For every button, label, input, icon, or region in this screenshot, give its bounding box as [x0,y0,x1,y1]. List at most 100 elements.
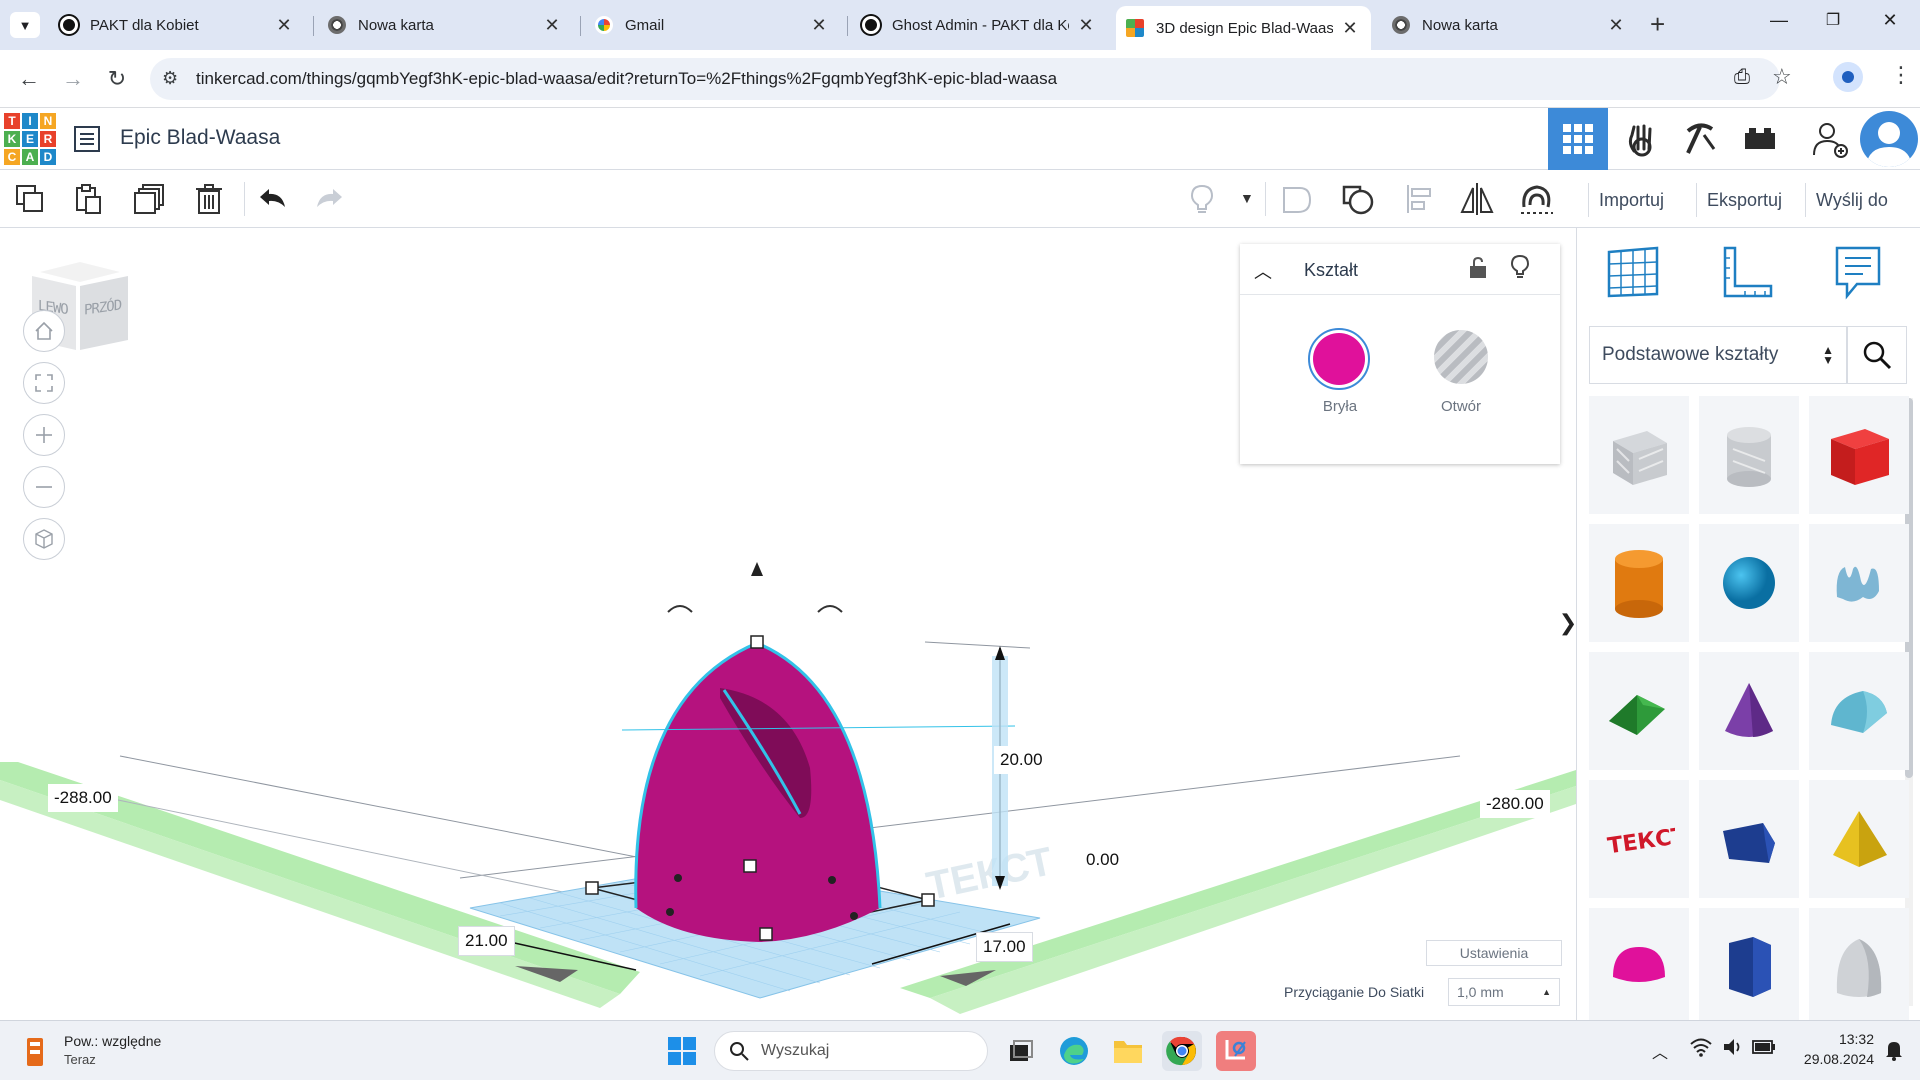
shape-cone[interactable] [1699,652,1799,770]
notification-bell-icon[interactable] [1884,1039,1904,1066]
browser-tab[interactable]: Nowa karta ✕ [318,7,573,43]
shape-polygon-box[interactable] [1699,780,1799,898]
lift-arrow[interactable] [751,562,763,576]
resize-handle[interactable] [921,893,935,907]
zoom-in-button[interactable] [23,414,65,456]
resize-handle-center[interactable] [743,859,757,873]
bricks-button[interactable] [1730,108,1790,170]
hole-swatch[interactable] [1434,330,1488,384]
url-bar[interactable]: ⚙ tinkercad.com/things/gqmbYegf3hK-epic-… [150,58,1780,100]
rotate-handle-right[interactable] [817,605,843,613]
taskbar-search[interactable]: Wyszukaj [714,1031,988,1071]
user-avatar[interactable] [1860,111,1918,167]
clock-date[interactable]: 29.08.2024 [1784,1051,1874,1067]
shape-box-hole[interactable] [1589,396,1689,514]
rotate-handle-left[interactable] [667,605,693,613]
copy-button[interactable] [11,180,49,218]
chevron-down-icon[interactable]: ▼ [1240,190,1254,206]
shape-cylinder-hole[interactable] [1699,396,1799,514]
elevation-dimension-label[interactable]: 0.00 [1080,846,1126,874]
group-button[interactable] [1278,180,1316,218]
shape-paraboloid[interactable] [1809,908,1909,1026]
send-to-button[interactable]: Wyślij do [1805,183,1898,217]
shape-category-select[interactable]: Podstawowe kształty ▲ ▼ [1589,326,1847,384]
close-icon[interactable]: ✕ [541,15,563,36]
chrome-button[interactable] [1162,1031,1202,1071]
paste-button[interactable] [69,180,107,218]
profile-avatar-icon[interactable] [1833,62,1863,92]
clock-time[interactable]: 13:32 [1794,1031,1874,1047]
settings-button[interactable]: Ustawienia [1426,940,1562,966]
browser-tab-active[interactable]: 3D design Epic Blad-Waasa ✕ [1116,6,1371,50]
duplicate-button[interactable] [130,180,168,218]
edge-handle[interactable] [666,908,674,916]
tinkercad-logo[interactable]: T I N K E R C A D [3,112,57,166]
chevron-up-icon[interactable]: ︿ [1254,258,1272,284]
wifi-icon[interactable] [1690,1037,1712,1062]
start-button[interactable] [662,1031,702,1071]
browser-tab[interactable]: Gmail ✕ [585,7,840,43]
3d-view-button[interactable] [1548,108,1608,170]
close-icon[interactable]: ✕ [1339,18,1361,39]
blocks-button[interactable] [1670,108,1730,170]
forward-arrow-icon[interactable]: → [58,64,88,94]
weather-widget[interactable]: Pow.: względne Teraz [22,1031,202,1071]
volume-icon[interactable] [1722,1037,1744,1062]
width-dimension-label[interactable]: 21.00 [458,926,515,956]
shape-search-button[interactable] [1847,326,1907,384]
workplane-tool-button[interactable] [1605,244,1661,305]
minimize-icon[interactable]: — [1759,10,1799,31]
align-button[interactable] [1400,180,1438,218]
reload-icon[interactable]: ↻ [102,64,132,94]
notes-tool-button[interactable] [1833,244,1883,307]
bookmark-star-icon[interactable]: ☆ [1772,64,1792,90]
shape-text[interactable]: ТЕКСТ [1589,780,1689,898]
file-explorer-button[interactable] [1108,1031,1148,1071]
close-icon[interactable]: ✕ [1075,15,1097,36]
close-icon[interactable]: ✕ [808,15,830,36]
more-menu-icon[interactable]: ⋮ [1890,62,1912,88]
undo-button[interactable] [253,180,291,218]
delete-button[interactable] [190,180,228,218]
design-menu-icon[interactable] [73,125,101,158]
perspective-button[interactable] [23,518,65,560]
tab-search-button[interactable]: ▼ [10,12,40,38]
edge-button[interactable] [1054,1031,1094,1071]
ungroup-button[interactable] [1339,180,1377,218]
import-button[interactable]: Importuj [1588,183,1674,217]
close-icon[interactable]: ✕ [1605,15,1627,36]
panel-collapse-arrow[interactable]: ❯ [1559,598,1576,648]
zoom-out-button[interactable] [23,466,65,508]
depth-dimension-label[interactable]: 17.00 [976,932,1033,962]
notes-button[interactable] [1183,180,1221,218]
shape-round-roof[interactable] [1809,652,1909,770]
browser-tab[interactable]: Nowa karta ✕ [1382,7,1637,43]
close-window-icon[interactable]: ✕ [1870,10,1910,31]
home-view-button[interactable] [23,310,65,352]
snipping-tool-button[interactable] [1216,1031,1256,1071]
mirror-button[interactable] [1458,180,1496,218]
shape-cylinder[interactable] [1589,524,1689,642]
height-dimension-label[interactable]: 20.00 [994,746,1049,774]
edge-handle[interactable] [850,912,858,920]
design-title[interactable]: Epic Blad-Waasa [120,126,280,150]
back-arrow-icon[interactable]: ← [14,64,44,94]
lightbulb-icon[interactable] [1510,254,1530,285]
cruise-button[interactable] [1518,180,1556,218]
shape-roof[interactable] [1589,652,1689,770]
restore-icon[interactable]: ❐ [1813,10,1853,30]
task-view-button[interactable] [1000,1031,1040,1071]
magenta-paraboloid[interactable] [635,643,880,942]
browser-tab[interactable]: PAKT dla Kobiet ✕ [50,7,305,43]
install-app-icon[interactable]: ⎙ [1734,66,1750,89]
site-settings-icon[interactable]: ⚙ [162,68,178,89]
redo-button[interactable] [311,180,349,218]
resize-handle[interactable] [750,635,764,649]
sim-lab-button[interactable] [1612,108,1672,170]
shape-pyramid[interactable] [1809,780,1909,898]
shape-sphere[interactable] [1699,524,1799,642]
close-icon[interactable]: ✕ [273,15,295,36]
edge-handle[interactable] [828,876,836,884]
ruler-tool-button[interactable] [1719,244,1775,305]
invite-user-button[interactable] [1800,108,1860,170]
